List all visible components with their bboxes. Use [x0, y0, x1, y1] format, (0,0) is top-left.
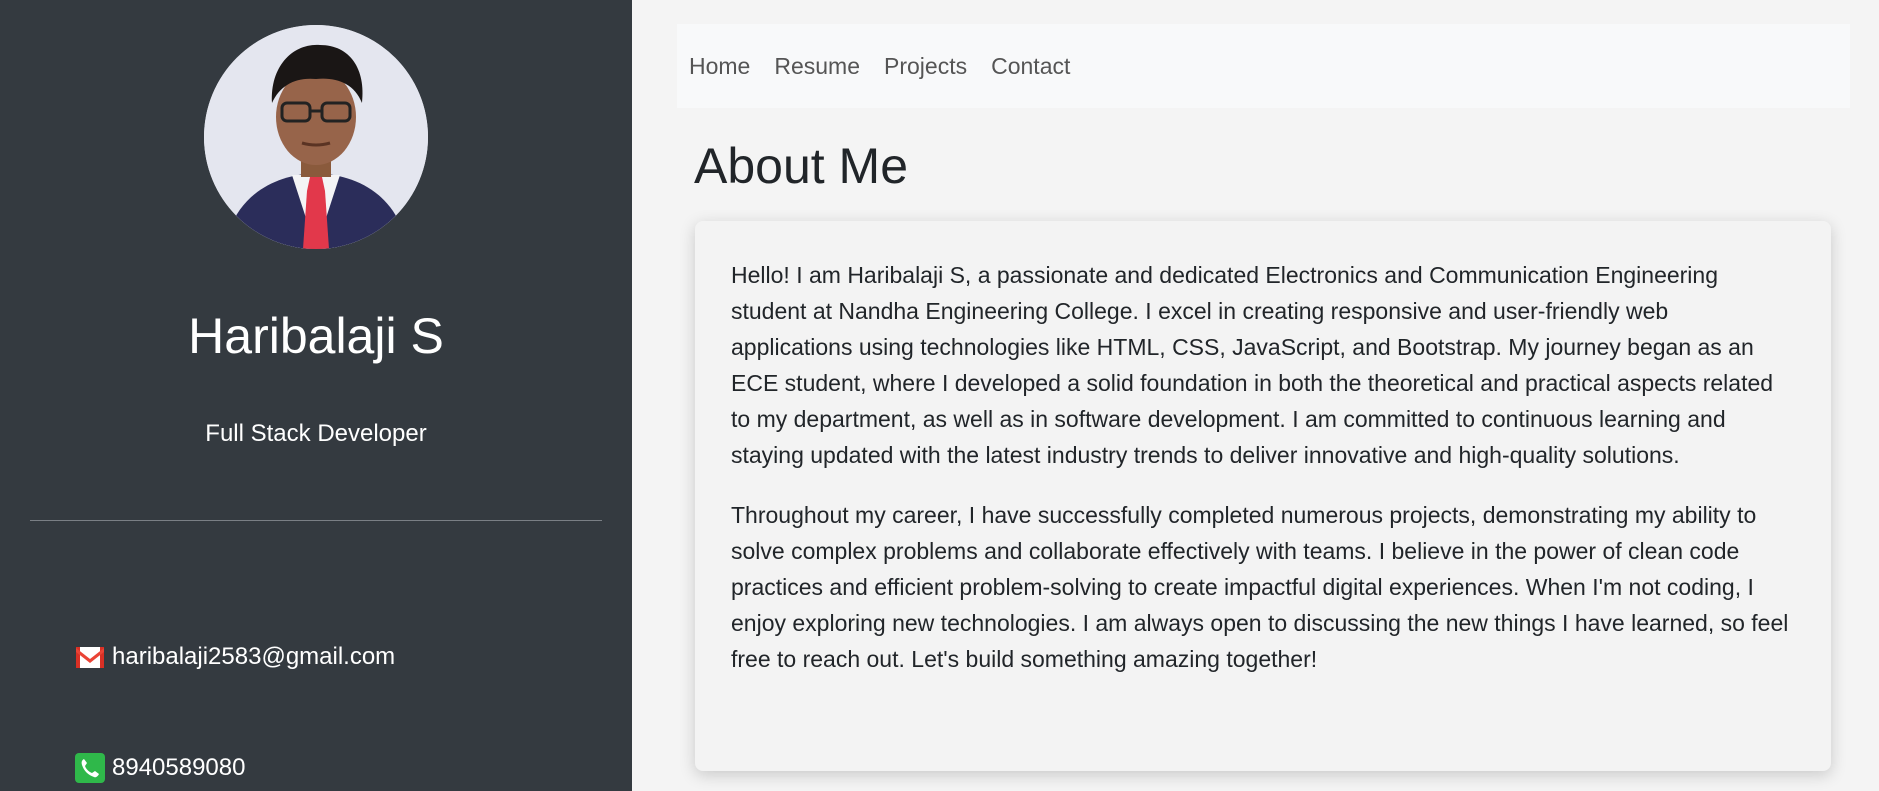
sidebar: Haribalaji S Full Stack Developer hariba… — [0, 0, 632, 791]
profile-role: Full Stack Developer — [205, 420, 427, 447]
about-card: Hello! I am Haribalaji S, a passionate a… — [695, 221, 1831, 771]
phone-contact[interactable]: 8940589080 — [75, 753, 245, 783]
phone-icon — [75, 753, 105, 783]
gmail-icon — [75, 642, 105, 672]
nav-contact[interactable]: Contact — [991, 53, 1070, 80]
email-contact[interactable]: haribalaji2583@gmail.com — [75, 642, 395, 672]
nav-resume[interactable]: Resume — [774, 53, 860, 80]
profile-name: Haribalaji S — [188, 308, 444, 364]
avatar — [204, 25, 428, 249]
nav-projects[interactable]: Projects — [884, 53, 967, 80]
email-text[interactable]: haribalaji2583@gmail.com — [112, 642, 395, 672]
about-paragraph-2: Throughout my career, I have successfull… — [731, 502, 1789, 672]
about-paragraph-1: Hello! I am Haribalaji S, a passionate a… — [731, 262, 1774, 468]
sidebar-divider — [30, 520, 602, 521]
portfolio-page: Haribalaji S Full Stack Developer hariba… — [0, 0, 1879, 791]
avatar-photo-icon — [204, 25, 428, 249]
top-navbar: Home Resume Projects Contact — [677, 24, 1850, 108]
nav-home[interactable]: Home — [689, 53, 750, 80]
phone-text[interactable]: 8940589080 — [112, 753, 245, 783]
about-title: About Me — [694, 138, 909, 194]
